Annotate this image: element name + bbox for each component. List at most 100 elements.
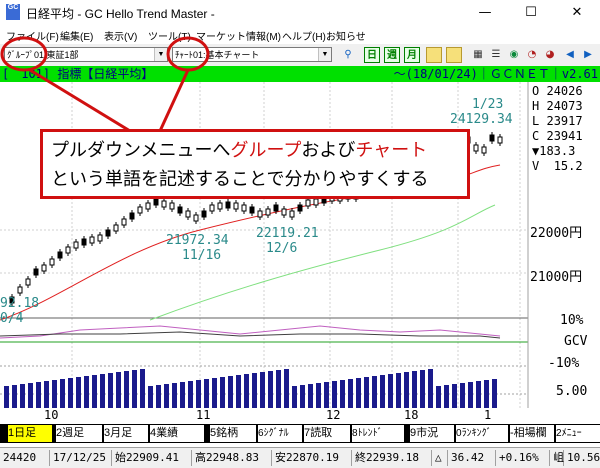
left-date-label: 0/4 — [0, 311, 24, 326]
maximize-button[interactable]: ☐ — [508, 0, 554, 25]
fkey-monthly[interactable]: 3月足 — [104, 425, 148, 442]
fkey-market[interactable]: 9市況 — [410, 425, 454, 442]
volume-bar — [460, 383, 465, 408]
fkey-daily[interactable]: 1日足 — [8, 425, 52, 442]
volume-bar — [356, 378, 361, 408]
candle-body — [129, 212, 135, 220]
fkey-trend[interactable]: 8ﾄﾚﾝﾄﾞ — [352, 425, 404, 442]
volume-bar — [324, 382, 329, 408]
callout-line2: という単語を記述することで分かりやすくする — [51, 169, 429, 190]
candle-body — [481, 146, 487, 154]
status-arrow: 岨 — [550, 450, 564, 466]
candle-body — [273, 204, 279, 212]
back-icon[interactable]: ◀ — [562, 47, 578, 63]
weekly-button[interactable]: 週 — [384, 47, 400, 63]
volume-scale-label: 5.00 — [556, 384, 588, 399]
alarm-icon[interactable]: ◕ — [542, 47, 558, 63]
daily-button[interactable]: 日 — [364, 47, 380, 63]
menu-view[interactable]: 表示(V) — [104, 28, 137, 43]
volume-bar — [420, 370, 425, 408]
volume-bar — [484, 380, 489, 408]
fkey-signal[interactable]: 6ｼｸﾞﾅﾙ — [258, 425, 302, 442]
volume-bar — [196, 380, 201, 408]
status-high: 高22948.83 — [192, 450, 272, 466]
volume-bar — [476, 381, 481, 408]
volume-bar — [172, 383, 177, 408]
volume-bar — [92, 375, 97, 408]
x-label-10: 10 — [44, 408, 59, 422]
fkey-read[interactable]: 7読取 — [304, 425, 350, 442]
fkey-ranking[interactable]: 0ﾗﾝｷﾝｸﾞ — [456, 425, 508, 442]
callout-box: プルダウンメニューへグループおよびチャート という単語を記述することで分かりやす… — [40, 129, 470, 199]
menu-news[interactable]: お知らせ — [326, 28, 366, 43]
volume-bar — [36, 382, 41, 408]
y-axis-22000: 22000円 — [530, 226, 583, 241]
fkey-menu[interactable]: 2ﾒﾆｭｰ — [556, 425, 600, 442]
menu-help[interactable]: ヘルプ(H) — [282, 28, 326, 43]
candle-body — [473, 144, 479, 152]
x-axis: 10 11 12 18 1 — [0, 408, 600, 424]
group-select[interactable]: ｸﾞﾙｰﾌﾟ01:東証1部 ▼ — [4, 47, 168, 62]
globe-icon[interactable]: ◉ — [506, 47, 522, 63]
fkey-weekly[interactable]: 2週足 — [56, 425, 102, 442]
candle-body — [497, 136, 503, 144]
menu-file[interactable]: ファイル(F) — [6, 28, 59, 43]
volume-bar — [260, 372, 265, 408]
menu-tools[interactable]: ツール(T) — [148, 28, 191, 43]
close-price: C 23941 — [532, 129, 583, 143]
volume-bar — [396, 373, 401, 408]
volume-bar — [284, 369, 289, 408]
status-open: 始22909.41 — [112, 450, 192, 466]
menu-edit[interactable]: 編集(E) — [60, 28, 93, 43]
notes-icon[interactable] — [426, 47, 442, 63]
fkey-market-column[interactable]: -相場欄 — [510, 425, 554, 442]
volume-bar — [244, 374, 249, 408]
search-icon[interactable]: ⚲ — [340, 47, 356, 63]
volume-bar — [436, 386, 441, 408]
low1-date-label: 11/16 — [182, 248, 222, 263]
volume-bar — [276, 370, 281, 408]
volume-bar — [348, 379, 353, 408]
x-label-12: 12 — [326, 408, 341, 422]
candle-body — [41, 264, 47, 272]
candle-body — [49, 258, 55, 266]
candle-body — [217, 202, 223, 210]
minimize-button[interactable]: — — [462, 0, 508, 25]
candle-body — [57, 251, 63, 259]
list-icon[interactable]: ☰ — [488, 47, 504, 63]
candle-body — [233, 202, 239, 210]
volume-bar — [84, 376, 89, 408]
clock-icon[interactable]: ◔ — [524, 47, 540, 63]
volume-bar — [236, 375, 241, 408]
price-panel: O 24026 H 24073 L 23917 C 23941 ▼183.3 V… — [532, 84, 600, 174]
menu-bar: ファイル(F) 編集(E) 表示(V) ツール(T) マーケット情報(M) ヘル… — [0, 25, 600, 44]
fkey-performance[interactable]: 4業績 — [150, 425, 204, 442]
volume-bar — [220, 377, 225, 408]
candle-body — [249, 206, 255, 214]
close-button[interactable]: ✕ — [554, 0, 600, 25]
volume-bar — [76, 377, 81, 408]
forward-icon[interactable]: ▶ — [580, 47, 596, 63]
volume-bar — [404, 372, 409, 408]
chart-select-value: 01:基本チャート — [193, 50, 260, 60]
chart-header-title: [ 101] 指標【日経平均】 — [2, 67, 154, 81]
chart-select[interactable]: ﾁｬｰﾄ01:基本チャート ▼ — [172, 47, 332, 62]
chart-header: [ 101] 指標【日経平均】 ～(18/01/24)｜ＧＣＮＥＴ｜v2.61 — [0, 66, 600, 82]
candle-body — [17, 286, 23, 294]
candle-body — [121, 218, 127, 226]
fkey-stocks[interactable]: 5銘柄 — [210, 425, 256, 442]
volume-bar — [252, 373, 257, 408]
menu-market[interactable]: マーケット情報(M) — [196, 28, 281, 43]
folder-icon[interactable] — [446, 47, 462, 63]
candle-body — [489, 134, 495, 142]
candle-body — [209, 204, 215, 212]
chart-settings-icon[interactable]: ▦ — [470, 47, 486, 63]
candle-body — [145, 202, 151, 210]
monthly-button[interactable]: 月 — [404, 47, 420, 63]
status-date: 17/12/25 — [50, 450, 112, 466]
low1-value-label: 21972.34 — [166, 233, 229, 248]
volume-bar — [308, 384, 313, 408]
chart-header-info: ～(18/01/24)｜ＧＣＮＥＴ｜v2.61 — [393, 67, 598, 81]
osc-gcv-label: GCV — [564, 334, 588, 349]
y-axis-21000: 21000円 — [530, 270, 583, 285]
